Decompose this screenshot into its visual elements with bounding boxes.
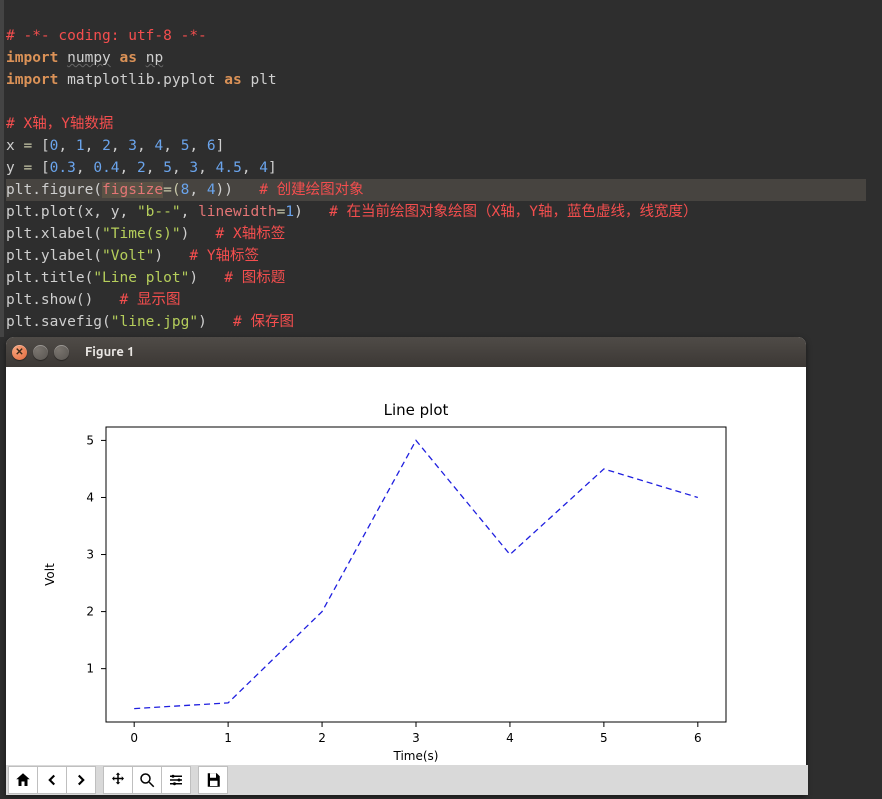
code-keyword: as (224, 72, 241, 88)
code-kwarg-selected: figsize (102, 182, 163, 198)
code-module: numpy (67, 50, 111, 66)
chart-xtick-label: 3 (412, 731, 420, 745)
chart-axes-box (106, 427, 726, 722)
code-str: "Volt" (102, 248, 154, 264)
toolbar-back-button[interactable] (37, 766, 67, 794)
code-comment: # X轴标签 (216, 226, 286, 242)
window-title: Figure 1 (85, 345, 134, 359)
chart-xlabel: Time(s) (393, 749, 439, 763)
code-comment: # 创建绘图对象 (259, 182, 363, 198)
chart-xtick-label: 6 (694, 731, 702, 745)
window-titlebar[interactable]: ✕ Figure 1 (6, 337, 806, 367)
code-str: "b--" (137, 204, 181, 220)
code-var: x (6, 138, 15, 154)
code-comment: # 在当前绘图对象绘图（X轴，Y轴，蓝色虚线，线宽度） (329, 204, 697, 220)
sliders-icon (167, 771, 185, 789)
chart-ytick-label: 2 (86, 605, 94, 619)
magnifier-icon (138, 771, 156, 789)
code-module: matplotlib.pyplot (67, 72, 215, 88)
toolbar-configure-button[interactable] (161, 766, 191, 794)
chart-xticks: 0 1 2 3 4 5 6 (130, 722, 701, 745)
chart-svg: Line plot Time(s) Volt 0 1 2 3 4 5 6 1 2 3 4 5 (6, 367, 806, 765)
chart-data-line (134, 440, 698, 708)
code-alias: plt (250, 72, 276, 88)
code-keyword: as (120, 50, 137, 66)
code-op: = (23, 160, 32, 176)
move-icon (109, 771, 127, 789)
plot-canvas[interactable]: Line plot Time(s) Volt 0 1 2 3 4 5 6 1 2 3 4 5 (6, 367, 806, 765)
code-comment: # 保存图 (233, 314, 294, 330)
chart-xtick-label: 1 (224, 731, 232, 745)
code-comment: # Y轴标签 (189, 248, 259, 264)
code-comment: # -*- coding: utf-8 -*- (6, 28, 207, 44)
window-close-button[interactable]: ✕ (12, 345, 27, 360)
mpl-toolbar (6, 765, 808, 795)
code-keyword: import (6, 72, 58, 88)
code-str: "Line plot" (93, 270, 189, 286)
window-maximize-button[interactable] (54, 345, 69, 360)
chart-xtick-label: 4 (506, 731, 514, 745)
code-editor[interactable]: # -*- coding: utf-8 -*- import numpy as … (0, 0, 882, 339)
code-comment: # 图标题 (224, 270, 285, 286)
chart-xtick-label: 5 (600, 731, 608, 745)
toolbar-home-button[interactable] (8, 766, 38, 794)
code-keyword: import (6, 50, 58, 66)
chart-ytick-label: 4 (86, 490, 94, 504)
code-var: y (6, 160, 15, 176)
chart-title: Line plot (384, 401, 449, 419)
figure-window: ✕ Figure 1 Line plot Time(s) Volt 0 1 2 3 4 5… (6, 337, 806, 795)
code-bracket: [ (41, 138, 50, 154)
chart-ylabel: Volt (43, 563, 57, 586)
toolbar-pan-button[interactable] (103, 766, 133, 794)
code-alias: np (146, 50, 163, 66)
chart-yticks: 1 2 3 4 5 (86, 433, 106, 675)
save-icon (204, 771, 222, 789)
code-str: "Time(s)" (102, 226, 181, 242)
chart-ytick-label: 1 (86, 662, 94, 676)
chart-xtick-label: 2 (318, 731, 326, 745)
arrow-left-icon (43, 771, 61, 789)
arrow-right-icon (72, 771, 90, 789)
code-comment: # X轴，Y轴数据 (6, 116, 113, 132)
window-minimize-button[interactable] (33, 345, 48, 360)
code-str: "line.jpg" (111, 314, 198, 330)
code-kwarg: linewidth (198, 204, 277, 220)
code-comment: # 显示图 (120, 292, 181, 308)
toolbar-zoom-button[interactable] (132, 766, 162, 794)
toolbar-save-button[interactable] (198, 766, 228, 794)
code-op: = (23, 138, 32, 154)
chart-ytick-label: 3 (86, 548, 94, 562)
toolbar-forward-button[interactable] (66, 766, 96, 794)
home-icon (14, 771, 32, 789)
chart-ytick-label: 5 (86, 433, 94, 447)
chart-xtick-label: 0 (130, 731, 138, 745)
